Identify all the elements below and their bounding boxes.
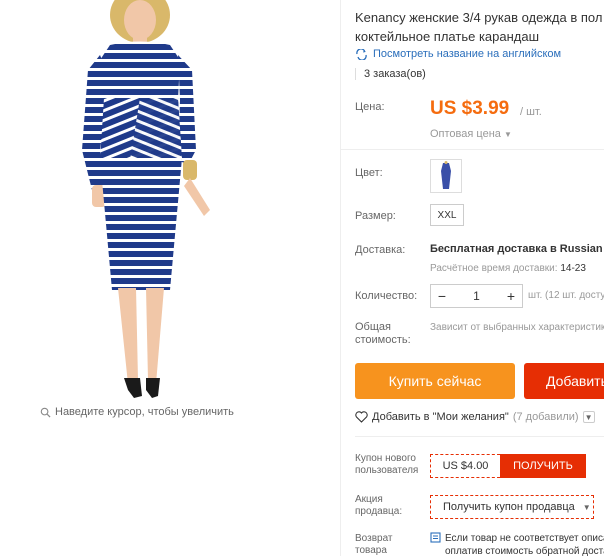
add-to-cart-button[interactable]: Добавить [524,363,604,399]
product-photo[interactable] [0,0,338,400]
wishlist-label[interactable]: Добавить в "Мои желания" [372,411,509,423]
price-value: US $3.99 [430,98,510,119]
wholesale-price-text[interactable]: Оптовая цена [430,128,501,140]
new-user-coupon: US $4.00 ПОЛУЧИТЬ [430,454,586,478]
seller-promo-label: Акция продавца: [355,494,402,518]
shipping-title[interactable]: Бесплатная доставка в Russian F [430,243,604,255]
shipping-estimate-label: Расчётное время доставки: [430,263,558,274]
returns-label-line2: товара [355,545,387,556]
returns-label: Возврат товара [355,533,393,556]
heart-icon [355,411,368,423]
returns-policy: Если товар не соответствует описанию опл… [430,532,604,556]
seller-coupon-text[interactable]: Получить купон продавца [443,501,575,513]
quantity-decrement-button[interactable]: − [431,288,453,304]
dress-thumbnail [441,161,451,189]
shipping-estimate-value: 14-23 [560,263,586,274]
wishlist-count: (7 добавили) [512,411,579,423]
quantity-stepper[interactable]: − 1 + [430,284,523,308]
zoom-hint: Наведите курсор, чтобы увеличить [40,406,234,418]
price-unit: / шт. [520,106,542,118]
quantity-available: шт. (12 шт. доступно) [528,290,604,301]
quantity-label: Количество: [355,290,418,302]
search-icon [40,407,51,418]
wishlist-link[interactable]: Добавить в "Мои желания" (7 добавили) ▼ [355,411,595,423]
returns-text-line1: Если товар не соответствует описанию [445,533,604,544]
color-option[interactable] [430,159,462,193]
coupon-value: US $4.00 [430,454,500,478]
total-note: Зависит от выбранных характеристик [430,322,604,333]
get-coupon-button[interactable]: ПОЛУЧИТЬ [500,454,586,478]
chevron-down-icon: ▼ [582,502,591,512]
total-label-line1: Общая [355,321,391,333]
coupon-label-line1: Купон нового [355,453,416,464]
shipping-label: Доставка: [355,244,406,256]
quantity-increment-button[interactable]: + [500,288,522,304]
shipping-estimate: Расчётное время доставки: 14-23 [430,263,586,274]
zoom-hint-text: Наведите курсор, чтобы увеличить [55,406,234,418]
product-page: Наведите курсор, чтобы увеличить Kenancy… [0,0,604,556]
translate-link[interactable]: Посмотреть название на английском [355,48,561,60]
price-label: Цена: [355,101,385,113]
coupon-label-line2: пользователя [355,465,419,476]
seller-promo-label-line2: продавца: [355,506,403,517]
translate-icon [356,48,367,60]
divider [355,436,604,437]
chevron-down-icon: ▼ [503,130,512,139]
total-label: Общая стоимость: [355,321,411,347]
size-label: Размер: [355,210,396,222]
color-label: Цвет: [355,167,383,179]
seller-promo-label-line1: Акция [355,494,383,505]
orders-count: 3 заказа(ов) [355,68,426,80]
chevron-down-icon[interactable]: ▼ [582,411,595,423]
wholesale-price-link[interactable]: Оптовая цена ▼ [430,128,512,140]
document-icon [430,532,441,543]
buy-now-button[interactable]: Купить сейчас [355,363,515,399]
product-title: Kenancy женские 3/4 рукав одежда в пол к… [355,10,603,44]
total-label-line2: стоимость: [355,334,411,346]
returns-text-line2: оплатив стоимость обратной доставки [445,546,604,556]
returns-label-line1: Возврат [355,533,393,544]
translate-link-text[interactable]: Посмотреть название на английском [373,48,561,60]
product-info-panel: Kenancy женские 3/4 рукав одежда в пол к… [340,0,604,556]
quantity-input[interactable]: 1 [453,289,500,303]
seller-coupon-dropdown[interactable]: Получить купон продавца ▼ [430,495,594,519]
size-option[interactable]: XXL [430,204,464,226]
product-image-panel[interactable]: Наведите курсор, чтобы увеличить [0,0,338,430]
coupon-label: Купон нового пользователя [355,453,418,477]
